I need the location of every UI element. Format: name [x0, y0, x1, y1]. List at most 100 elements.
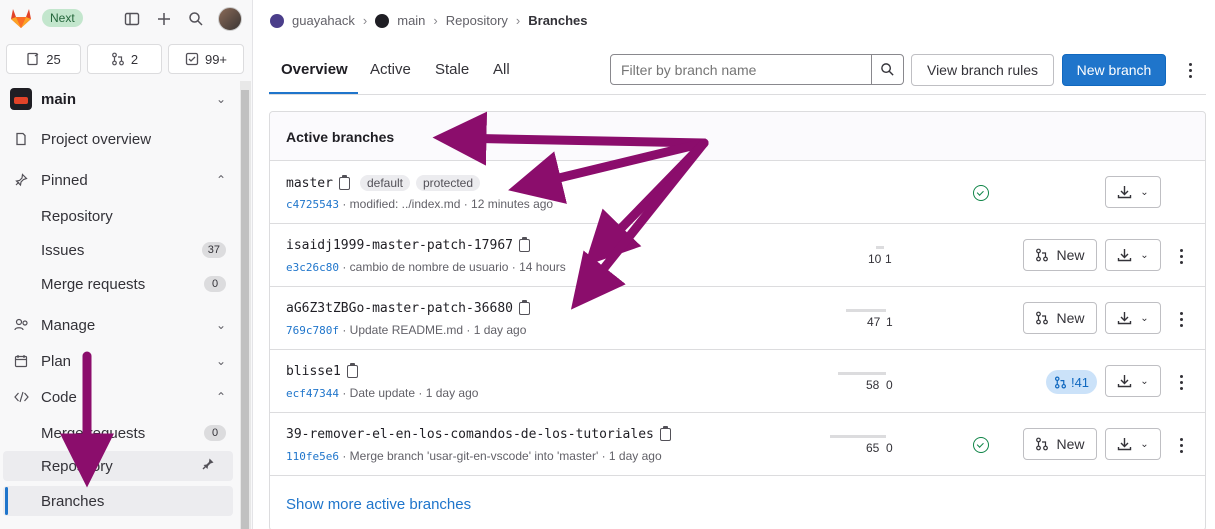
breadcrumb-item[interactable]: guayahack [292, 13, 355, 28]
tab-stale[interactable]: Stale [423, 50, 481, 94]
commit-sha[interactable]: 769c780f [286, 324, 339, 337]
commit-info: c4725543 · modified: ../index.md · 12 mi… [286, 197, 553, 211]
sidebar-item-label: Plan [41, 352, 72, 370]
download-icon [1118, 249, 1132, 262]
pipeline-passed-icon[interactable] [973, 185, 989, 201]
more-actions-icon[interactable] [1182, 63, 1198, 78]
commit-sha[interactable]: ecf47344 [286, 387, 339, 400]
sidebar-item-code-merge-requests[interactable]: Merge requests 0 [0, 418, 240, 448]
tab-all[interactable]: All [481, 50, 522, 94]
filter-search-button[interactable] [871, 54, 904, 85]
chevron-down-icon: ⌄ [1140, 312, 1149, 324]
sidebar-item-code-repository[interactable]: Repository [3, 451, 233, 481]
behind-count: 58 [866, 378, 880, 392]
new-merge-request-button[interactable]: New [1023, 302, 1097, 334]
sidebar-scrollbar-thumb[interactable] [241, 90, 249, 529]
merge-request-icon [1036, 437, 1049, 451]
gitlab-branches-page: Next 25 2 99+ main ⌄ Project overview Pi… [0, 0, 1215, 529]
gitlab-logo-icon[interactable] [8, 5, 34, 31]
copy-icon[interactable] [518, 237, 530, 252]
download-button[interactable]: ⌄ [1105, 176, 1161, 208]
active-indicator [5, 487, 8, 515]
copy-icon[interactable] [338, 174, 350, 190]
branch-name: master default protected [286, 174, 481, 191]
new-merge-request-button[interactable]: New [1023, 239, 1097, 271]
download-icon [1118, 312, 1132, 325]
sidebar-item-project-overview[interactable]: Project overview [0, 123, 240, 155]
view-branch-rules-button[interactable]: View branch rules [911, 54, 1054, 86]
merge-request-ref: !41 [1070, 374, 1090, 390]
branch-name: blisse1 [286, 363, 358, 379]
merge-request-badge[interactable]: !41 [1046, 370, 1097, 394]
sidebar-section-pinned[interactable]: Pinned ⌃ [0, 164, 240, 196]
breadcrumb-item[interactable]: Repository [446, 13, 508, 28]
new-branch-button[interactable]: New branch [1062, 54, 1166, 86]
branch-name-link[interactable]: isaidj1999-master-patch-17967 [286, 238, 513, 253]
project-switcher[interactable]: main ⌄ [0, 81, 240, 117]
project-avatar-icon [375, 13, 390, 28]
code-icon [13, 391, 29, 403]
chevron-up-icon: ⌃ [215, 173, 226, 187]
branch-row: master default protected c4725543 · modi… [270, 161, 1205, 224]
download-button[interactable]: ⌄ [1105, 302, 1161, 334]
copy-icon[interactable] [518, 300, 530, 315]
sidebar-section-code[interactable]: Code ⌃ [0, 381, 240, 413]
behind-bar [876, 246, 884, 249]
sidebar-section-manage[interactable]: Manage ⌄ [0, 309, 240, 341]
download-icon [1118, 375, 1132, 388]
download-button[interactable]: ⌄ [1105, 428, 1161, 460]
commit-sha[interactable]: 110fe5e6 [286, 450, 339, 463]
download-button[interactable]: ⌄ [1105, 239, 1161, 271]
sidebar-item-issues[interactable]: Issues 37 [0, 235, 240, 265]
row-more-actions-icon[interactable] [1173, 375, 1189, 390]
behind-bar [838, 372, 886, 375]
new-merge-request-button[interactable]: New [1023, 428, 1097, 460]
copy-icon[interactable] [659, 426, 671, 441]
row-more-actions-icon[interactable] [1173, 249, 1189, 264]
next-badge[interactable]: Next [42, 9, 83, 27]
show-more-branches-link[interactable]: Show more active branches [286, 496, 471, 513]
user-avatar[interactable] [218, 7, 242, 31]
pin-icon[interactable] [201, 457, 215, 475]
search-icon[interactable] [186, 9, 206, 29]
chevron-down-icon: ⌄ [1140, 438, 1149, 450]
copy-icon[interactable] [346, 363, 358, 378]
filter-branch-input[interactable] [610, 54, 872, 85]
ahead-behind-graph: 47 1 [846, 309, 906, 329]
branch-row: blisse1 ecf47344 · Date update · 1 day a… [270, 350, 1205, 413]
branch-name-link[interactable]: blisse1 [286, 364, 341, 379]
row-more-actions-icon[interactable] [1173, 438, 1189, 453]
branch-name-link[interactable]: aG6Z3tZBGo-master-patch-36680 [286, 301, 513, 316]
sidebar-item-label: Issues [41, 241, 85, 259]
sidebar-item-label: Merge requests [41, 424, 146, 442]
sidebar-item-repository[interactable]: Repository [0, 201, 240, 231]
pin-icon [13, 173, 29, 187]
ahead-behind-graph: 58 0 [838, 372, 898, 392]
chevron-down-icon: ⌄ [1140, 249, 1149, 261]
pipeline-passed-icon[interactable] [973, 437, 989, 453]
sidebar-section-plan[interactable]: Plan ⌄ [0, 345, 240, 377]
commit-sha[interactable]: e3c26c80 [286, 261, 339, 274]
download-button[interactable]: ⌄ [1105, 365, 1161, 397]
new-button-label: New [1056, 247, 1085, 263]
todos-counter[interactable]: 99+ [168, 44, 244, 74]
row-more-actions-icon[interactable] [1173, 312, 1189, 327]
sidebar-item-branches[interactable]: Branches [3, 486, 233, 516]
breadcrumb-item[interactable]: main [397, 13, 425, 28]
breadcrumb-current[interactable]: Branches [528, 13, 587, 28]
card-header: Active branches [270, 112, 1205, 161]
issues-counter[interactable]: 25 [6, 44, 81, 74]
breadcrumb-separator: › [515, 13, 521, 28]
chevron-down-icon: ⌄ [1140, 375, 1149, 387]
tab-overview[interactable]: Overview [269, 50, 358, 94]
tab-active[interactable]: Active [358, 50, 423, 94]
merge-requests-counter[interactable]: 2 [87, 44, 162, 74]
branch-name-link[interactable]: master [286, 176, 333, 191]
todos-count: 99+ [204, 51, 228, 67]
sidebar-item-merge-requests[interactable]: Merge requests 0 [0, 269, 240, 299]
branch-name-link[interactable]: 39-remover-el-en-los-comandos-de-los-tut… [286, 427, 654, 442]
plus-icon[interactable] [154, 9, 174, 29]
sidebar-toggle-icon[interactable] [122, 9, 142, 29]
commit-sha[interactable]: c4725543 [286, 198, 339, 211]
breadcrumb: guayahack › main › Repository › Branches [270, 13, 588, 28]
